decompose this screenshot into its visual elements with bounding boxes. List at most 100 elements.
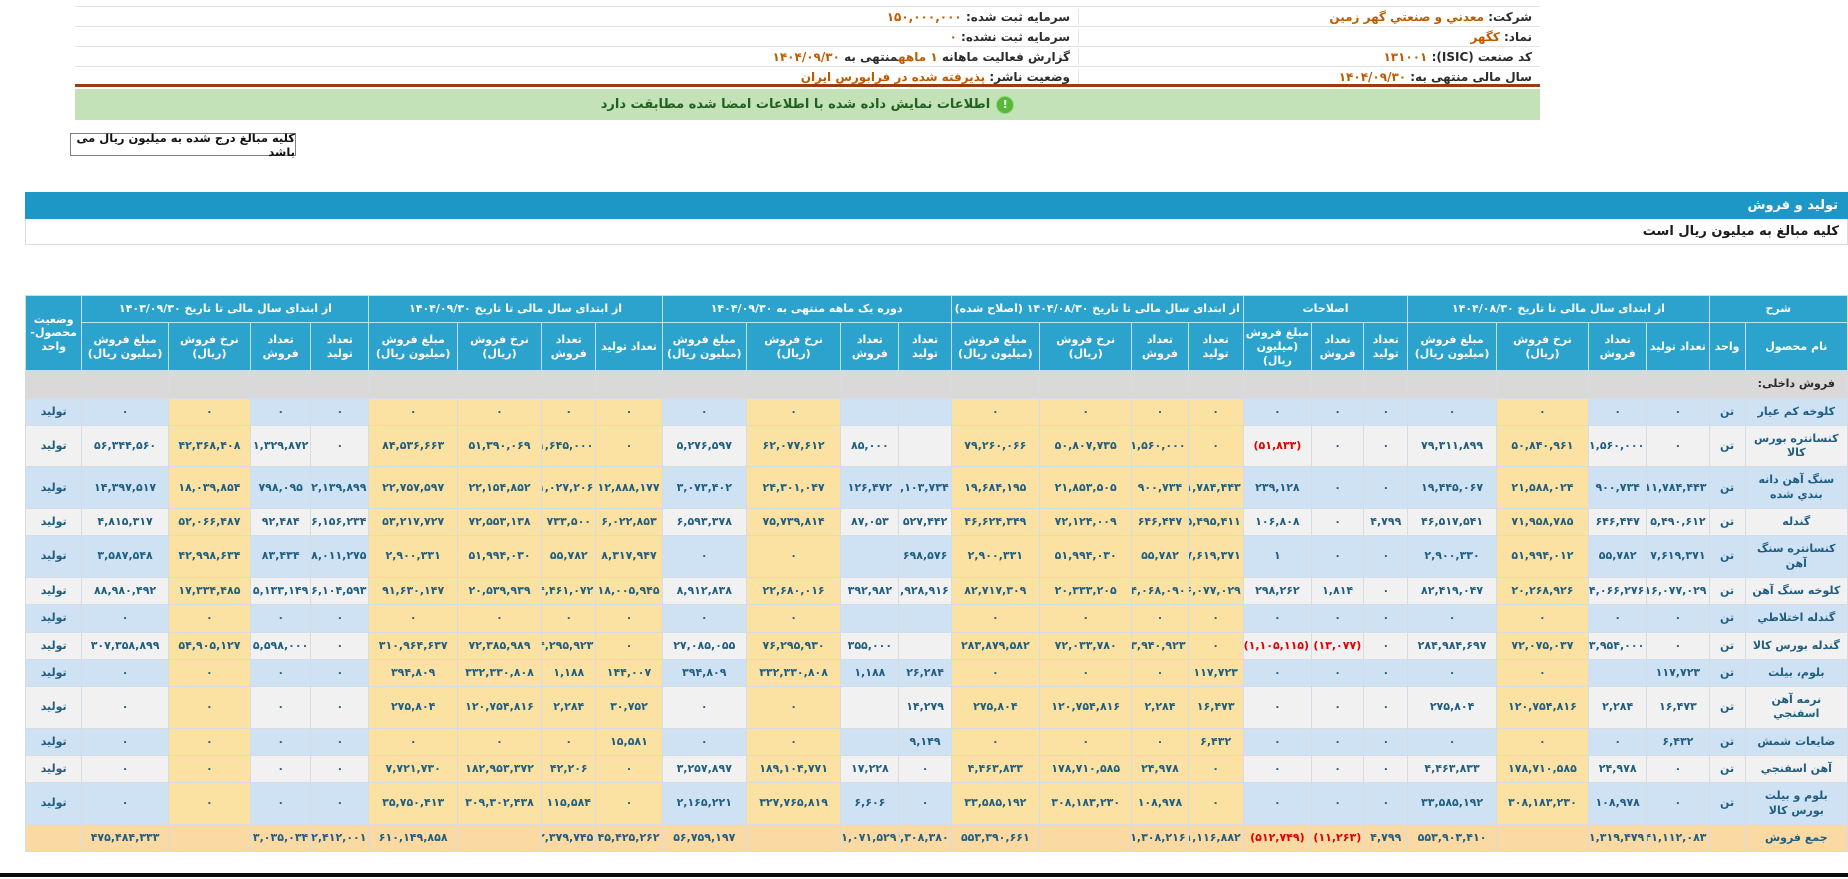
header-month-sales-amount: مبلغ فروش (میلیون ریال) <box>662 323 746 371</box>
cell-unit: تن <box>1709 467 1745 509</box>
cell-m_amt <box>662 371 746 398</box>
cell-m_sold <box>841 728 899 755</box>
cell-rev_sold: ۲,۲۸۴ <box>1132 687 1188 729</box>
cell-m_amt: ۲,۱۶۵,۲۲۱ <box>662 783 746 825</box>
cell-py_rate: ۰ <box>168 728 250 755</box>
cell-py_amt: ۵۶,۳۴۴,۵۶۰ <box>82 425 168 467</box>
cell-m_rate: ۰ <box>746 536 840 578</box>
cell-prev_sold: ۰ <box>1589 728 1647 755</box>
header-product-status: وضعیت محصول- واحد <box>26 296 82 371</box>
cell-py_amt: ۰ <box>82 398 168 425</box>
cell-cy_prod: ۱۴۴,۰۰۷ <box>596 659 662 686</box>
cell-rev_rate: ۱۷۸,۷۱۰,۵۸۵ <box>1040 756 1132 783</box>
cell-prev_sold: ۳,۹۵۴,۰۰۰ <box>1589 632 1647 659</box>
cell-rev_amt: ۷۹,۲۶۰,۰۶۶ <box>951 425 1039 467</box>
cell-prev_rate: ۷۱,۹۵۸,۷۸۵ <box>1496 509 1588 536</box>
cell-py_sold: ۱,۳۲۹,۸۷۲ <box>251 425 311 467</box>
cell-adj_sold: ۱,۸۱۴ <box>1312 577 1364 604</box>
cell-prev_prod <box>1647 371 1709 398</box>
cell-m_rate: ۳۳۲,۳۳۰,۸۰۸ <box>746 659 840 686</box>
cell-status <box>26 371 82 398</box>
cell-m_sold <box>841 371 899 398</box>
section-title-production-sales[interactable]: تولید و فروش <box>25 192 1848 219</box>
cell-prev_amt: ۸۲,۴۱۹,۰۴۷ <box>1408 577 1496 604</box>
cell-name: گندله اختلاطي <box>1745 605 1847 632</box>
cell-py_rate: ۰ <box>168 783 250 825</box>
cell-cy_prod: ۰ <box>596 632 662 659</box>
cell-cy_prod: ۶,۰۲۲,۸۵۳ <box>596 509 662 536</box>
cell-m_prod <box>899 632 951 659</box>
header-group-desc: شرح <box>1709 296 1848 323</box>
cell-adj_prod: ۰ <box>1364 687 1408 729</box>
cell-name: گندله <box>1745 509 1847 536</box>
header-prev-production-qty: تعداد تولید <box>1647 323 1709 371</box>
cell-prev_sold: ۴,۰۶۶,۲۷۶ <box>1589 577 1647 604</box>
cell-adj_prod: ۰ <box>1364 632 1408 659</box>
cell-prev_rate: ۰ <box>1496 605 1588 632</box>
cell-py_sold: ۸۳,۴۳۴ <box>251 536 311 578</box>
cell-m_sold <box>841 605 899 632</box>
header-rev-sales-rate: نرخ فروش (ریال) <box>1040 323 1132 371</box>
header-month-production-qty: تعداد تولید <box>899 323 951 371</box>
codal-monthly-report-page: شرکت: معدني و صنعتي گهر زمين سرمایه ثبت … <box>0 0 1848 879</box>
cell-py_rate <box>168 824 250 851</box>
cell-rev_rate: ۰ <box>1040 728 1132 755</box>
cell-prev_sold <box>1589 371 1647 398</box>
report-period-field: گزارش فعالیت ماهانه ۱ ماههمنتهی به ۱۴۰۴/… <box>75 49 1078 65</box>
signature-match-banner: ! اطلاعات نمایش داده شده با اطلاعات امضا… <box>75 89 1540 120</box>
header-rev-sales-amount: مبلغ فروش (میلیون ریال) <box>951 323 1039 371</box>
isic-label: کد صنعت (ISIC): <box>1432 50 1532 64</box>
cell-prev_prod: ۰ <box>1647 425 1709 467</box>
cell-m_rate: ۷۵,۷۳۹,۸۱۴ <box>746 509 840 536</box>
header-cy-sales-rate: نرخ فروش (ریال) <box>457 323 541 371</box>
cell-m_rate: ۶۲,۰۷۷,۶۱۲ <box>746 425 840 467</box>
cell-adj_sold: ۰ <box>1312 536 1364 578</box>
cell-py_sold: ۰ <box>251 728 311 755</box>
cell-cy_prod: ۰ <box>596 425 662 467</box>
cell-prev_prod: ۵,۴۹۰,۶۱۲ <box>1647 509 1709 536</box>
cell-m_rate <box>746 371 840 398</box>
cell-py_amt: ۰ <box>82 687 168 729</box>
cell-name: کنسانتره بورس کالا <box>1745 425 1847 467</box>
cell-adj_amt <box>1243 371 1311 398</box>
cell-py_rate: ۰ <box>168 605 250 632</box>
product-row: سنگ آهن دانه بندي شدهتن۱۱,۷۸۴,۴۴۳۹۰۰,۷۳۴… <box>26 467 1848 509</box>
cell-unit: تن <box>1709 509 1745 536</box>
cell-name: آهن اسفنجي <box>1745 756 1847 783</box>
header-adj-production-qty: تعداد تولید <box>1364 323 1408 371</box>
cell-cy_prod: ۰ <box>596 605 662 632</box>
cell-m_amt: ۸,۹۱۲,۸۳۸ <box>662 577 746 604</box>
cell-prev_amt: ۴,۴۶۳,۸۳۳ <box>1408 756 1496 783</box>
cell-adj_sold: (۱۱,۲۶۳) <box>1312 824 1364 851</box>
cell-prev_rate: ۳۰۸,۱۸۳,۲۳۰ <box>1496 783 1588 825</box>
cell-py_prod: ۴۲,۴۱۲,۰۰۱ <box>311 824 369 851</box>
cell-prev_sold: ۵۵,۷۸۲ <box>1589 536 1647 578</box>
cell-cy_amt: ۶۱۰,۱۴۹,۸۵۸ <box>369 824 457 851</box>
cell-m_prod <box>899 605 951 632</box>
cell-m_amt: ۰ <box>662 605 746 632</box>
cell-unit: تن <box>1709 425 1745 467</box>
cell-rev_prod: ۱۱۷,۷۲۳ <box>1188 659 1243 686</box>
cell-cy_sold: ۱۱۵,۵۸۴ <box>542 783 596 825</box>
cell-rev_prod <box>1188 371 1243 398</box>
cell-status: تولید <box>26 687 82 729</box>
cell-name: کلوخه کم عیار <box>1745 398 1847 425</box>
cell-adj_sold: ۰ <box>1312 687 1364 729</box>
product-row: کلوخه کم عیارتن۰۰۰۰۰۰۰۰۰۰۰۰۰۰۰۰۰۰۰۰۰تولی… <box>26 398 1848 425</box>
header-adj-sales-qty: تعداد فروش <box>1312 323 1364 371</box>
cell-m_sold: ۱,۰۷۱,۵۲۹ <box>841 824 899 851</box>
cell-cy_sold: ۰ <box>542 398 596 425</box>
header-group-prior-year: از ابتدای سال مالی تا تاریخ ۱۴۰۳/۰۹/۳۰ <box>82 296 369 323</box>
cell-unit: تن <box>1709 756 1745 783</box>
cell-cy_amt: ۰ <box>369 605 457 632</box>
cell-rev_amt: ۰ <box>951 659 1039 686</box>
cell-prev_sold: ۱۰۸,۹۷۸ <box>1589 783 1647 825</box>
cell-adj_prod: ۰ <box>1364 756 1408 783</box>
cell-prev_amt: ۰ <box>1408 728 1496 755</box>
cell-rev_amt: ۰ <box>951 605 1039 632</box>
cell-rev_rate: ۷۲,۱۲۴,۰۰۹ <box>1040 509 1132 536</box>
cell-cy_prod: ۳۰,۷۵۲ <box>596 687 662 729</box>
cell-prev_sold: ۱,۵۶۰,۰۰۰ <box>1589 425 1647 467</box>
header-prev-sales-amount: مبلغ فروش (میلیون ریال) <box>1408 323 1496 371</box>
cell-rev_prod: ۴۱,۱۱۶,۸۸۲ <box>1188 824 1243 851</box>
